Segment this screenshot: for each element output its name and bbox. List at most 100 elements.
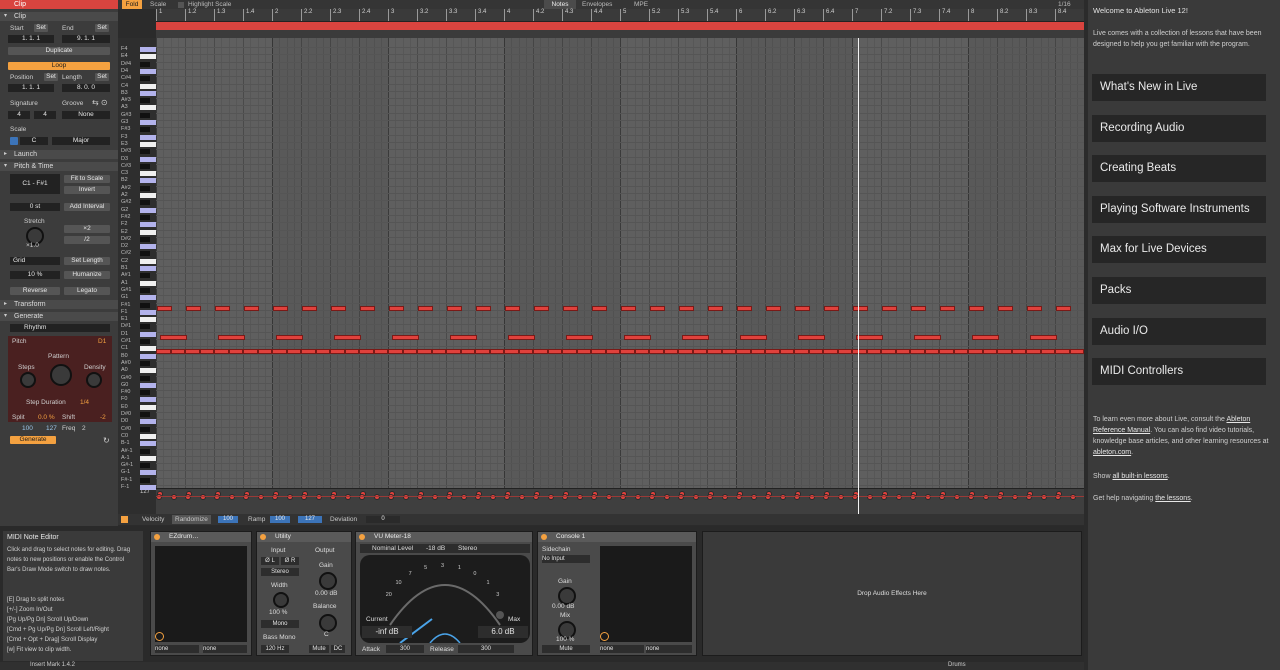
midi-note[interactable]: [244, 306, 259, 311]
deviation-value[interactable]: 0: [366, 516, 400, 523]
black-key[interactable]: [140, 360, 150, 366]
black-key[interactable]: [140, 375, 150, 381]
midi-note[interactable]: [982, 349, 997, 354]
beat-ruler[interactable]: 1 1.2 1.3 1.4 2 2.2 2.3 2.4 3 3.2 3.3 3.4 4 4.2 4.3 4.4…: [156, 9, 1084, 22]
lesson-button[interactable]: MIDI Controllers: [1092, 358, 1266, 386]
input-select[interactable]: none: [155, 645, 199, 653]
start-field[interactable]: 1. 1. 1: [8, 35, 54, 43]
black-key[interactable]: [140, 448, 150, 454]
white-key[interactable]: [140, 141, 156, 147]
midi-note[interactable]: [621, 306, 636, 311]
velocity-marker[interactable]: [504, 494, 510, 500]
midi-note[interactable]: [508, 335, 535, 340]
white-key[interactable]: [140, 207, 156, 213]
reverse-button[interactable]: Reverse: [10, 287, 60, 295]
white-key[interactable]: [140, 134, 156, 140]
midi-note[interactable]: [679, 306, 694, 311]
white-key[interactable]: [140, 353, 156, 359]
velocity-marker[interactable]: [547, 494, 554, 500]
white-key[interactable]: [140, 441, 156, 447]
midi-note[interactable]: [476, 306, 491, 311]
velocity-marker[interactable]: [939, 494, 945, 500]
white-key[interactable]: [140, 266, 156, 271]
velocity-marker[interactable]: [272, 494, 278, 500]
midi-note[interactable]: [708, 306, 723, 311]
white-key[interactable]: [140, 382, 156, 388]
midi-note[interactable]: [924, 349, 939, 354]
midi-note[interactable]: [359, 349, 374, 354]
midi-note[interactable]: [794, 349, 809, 354]
velocity-marker[interactable]: [330, 494, 336, 500]
velocity-marker[interactable]: [431, 494, 438, 500]
white-key[interactable]: [140, 83, 156, 89]
note-grid[interactable]: [156, 38, 1084, 488]
stretch-double-button[interactable]: ×2: [64, 225, 110, 233]
velocity-marker[interactable]: [736, 494, 742, 500]
length-set-button[interactable]: Set: [95, 73, 109, 81]
lesson-button[interactable]: Creating Beats: [1092, 155, 1266, 183]
velocity-marker[interactable]: [228, 494, 235, 500]
velocity-marker[interactable]: [243, 494, 249, 500]
midi-note[interactable]: [518, 349, 533, 354]
midi-note[interactable]: [650, 306, 665, 311]
midi-note[interactable]: [591, 349, 606, 354]
midi-note[interactable]: [489, 349, 504, 354]
power-icon[interactable]: [260, 534, 266, 540]
velocity-marker[interactable]: [301, 494, 307, 500]
midi-note[interactable]: [562, 349, 577, 354]
midi-note[interactable]: [360, 306, 375, 311]
plugin-open-icon[interactable]: [155, 632, 164, 641]
groove-hot-swap-icon[interactable]: ⇆ ⊙: [92, 98, 108, 107]
velocity-marker[interactable]: [359, 494, 365, 500]
duplicate-button[interactable]: Duplicate: [8, 47, 110, 55]
midi-note[interactable]: [344, 349, 359, 354]
midi-note[interactable]: [1027, 306, 1042, 311]
midi-note[interactable]: [997, 349, 1012, 354]
white-key[interactable]: [140, 433, 156, 439]
midi-note[interactable]: [418, 306, 433, 311]
black-key[interactable]: [140, 463, 150, 469]
pitch-time-section-header[interactable]: ▾ Pitch & Time: [0, 162, 118, 171]
velocity-marker[interactable]: [562, 494, 568, 500]
black-key[interactable]: [140, 339, 150, 344]
white-key[interactable]: [140, 193, 156, 198]
mute-button[interactable]: Mute: [309, 645, 329, 653]
ableton-site-link[interactable]: ableton.com: [1093, 449, 1131, 456]
velocity-marker[interactable]: [170, 494, 177, 500]
fit-to-scale-button[interactable]: Fit to Scale: [64, 175, 110, 183]
white-key[interactable]: [140, 156, 156, 162]
velocity-marker[interactable]: [692, 494, 699, 500]
lesson-button[interactable]: Audio I/O: [1092, 317, 1266, 345]
velocity-marker[interactable]: [156, 494, 162, 500]
velocity-marker[interactable]: [982, 494, 989, 500]
midi-note[interactable]: [882, 306, 897, 311]
mono-button[interactable]: Mono: [261, 620, 299, 628]
nominal-level-value[interactable]: -18 dB: [426, 545, 445, 552]
gain-knob[interactable]: [319, 572, 337, 590]
midi-note[interactable]: [824, 306, 839, 311]
input-select[interactable]: none: [600, 645, 644, 653]
white-key[interactable]: [140, 309, 156, 315]
black-key[interactable]: [140, 163, 150, 169]
midi-note[interactable]: [911, 306, 926, 311]
split-value[interactable]: 0.0 %: [38, 414, 55, 421]
midi-note[interactable]: [534, 306, 549, 311]
quantize-display[interactable]: 1/16: [1058, 0, 1071, 9]
velocity-marker[interactable]: [1011, 494, 1018, 500]
plugin-open-icon[interactable]: [600, 632, 609, 641]
midi-note[interactable]: [566, 335, 593, 340]
midi-note[interactable]: [823, 349, 838, 354]
velocity-marker[interactable]: [808, 494, 815, 500]
midi-note[interactable]: [450, 335, 477, 340]
tab-envelopes[interactable]: Envelopes: [582, 0, 612, 9]
generator-select[interactable]: Rhythm: [10, 324, 110, 332]
midi-note[interactable]: [302, 306, 317, 311]
white-key[interactable]: [140, 470, 156, 476]
ramp-to[interactable]: 127: [298, 516, 322, 523]
dc-button[interactable]: DC: [331, 645, 345, 653]
legato-button[interactable]: Legato: [64, 287, 110, 295]
midi-note[interactable]: [605, 349, 620, 354]
transpose-field[interactable]: 0 st: [10, 203, 60, 211]
midi-note[interactable]: [866, 349, 881, 354]
midi-note[interactable]: [940, 306, 955, 311]
